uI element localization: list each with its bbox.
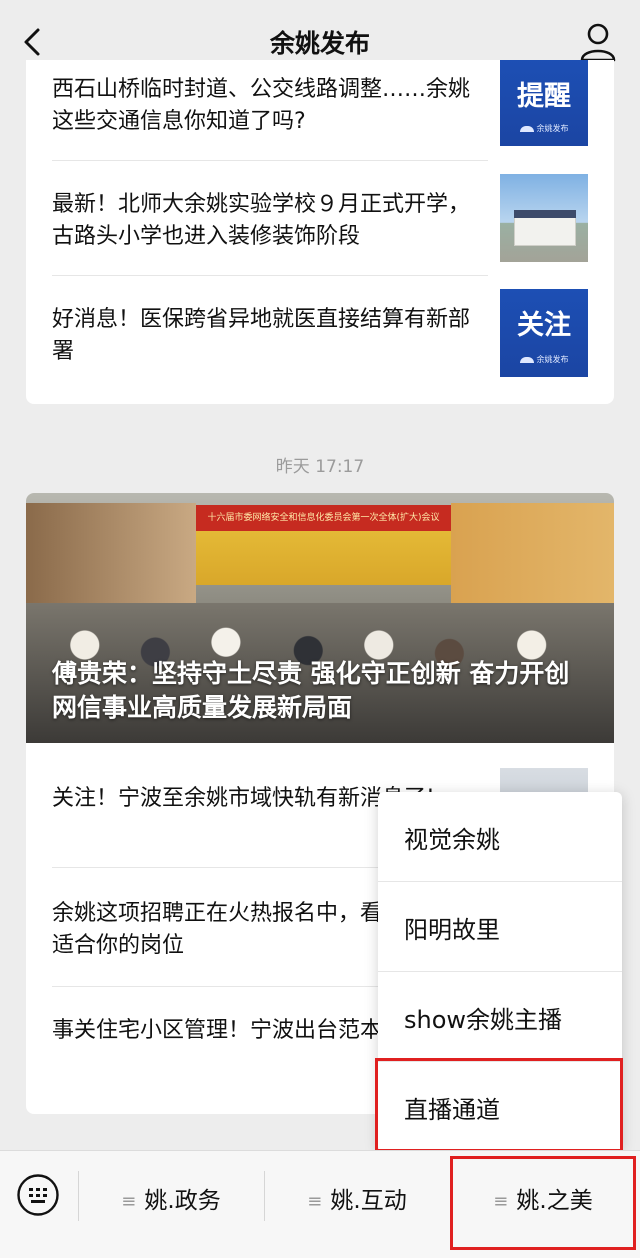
article-item[interactable]: 西石山桥临时封道、公交线路调整……余姚这些交通信息你知道了吗? 提醒 余姚发布 (26, 60, 614, 160)
profile-button[interactable] (578, 20, 618, 64)
menu-icon: ≡ (121, 1191, 137, 1212)
submenu-item-label: show余姚主播 (404, 1006, 563, 1034)
article-thumbnail: 提醒 余姚发布 (500, 60, 588, 146)
submenu-item-label: 视觉余姚 (404, 826, 500, 854)
highlight-box (375, 1058, 623, 1152)
article-item[interactable]: 好消息！医保跨省异地就医直接结算有新部署 关注 余姚发布 (26, 276, 614, 394)
article-item[interactable]: 最新！北师大余姚实验学校９月正式开学，古路头小学也进入装修装饰阶段 (26, 161, 614, 275)
thumbnail-logo: 余姚发布 (500, 354, 588, 365)
cover-article[interactable]: 十六届市委网络安全和信息化委员会第一次全体(扩大)会议 傅贵荣：坚持守土尽责 强… (26, 493, 614, 743)
school-building-image (514, 216, 576, 246)
person-icon (580, 23, 616, 62)
submenu-item-yangming[interactable]: 阳明故里 (378, 882, 622, 972)
article-title: 好消息！医保跨省异地就医直接结算有新部署 (52, 307, 471, 364)
menu-tab-interaction[interactable]: ≡ 姚.互动 (264, 1151, 450, 1241)
menu-tab-label: 姚.政务 (144, 1188, 221, 1214)
keyboard-icon (17, 1174, 59, 1216)
page-title: 余姚发布 (269, 29, 370, 58)
article-title: 西石山桥临时封道、公交线路调整……余姚这些交通信息你知道了吗? (52, 77, 471, 134)
cover-title: 傅贵荣：坚持守土尽责 强化守正创新 奋力开创网信事业高质量发展新局面 (52, 659, 570, 722)
article-thumbnail (500, 174, 588, 262)
menu-tab-label: 姚.互动 (330, 1188, 407, 1214)
article-thumbnail: 关注 余姚发布 (500, 289, 588, 377)
article-card-group: 西石山桥临时封道、公交线路调整……余姚这些交通信息你知道了吗? 提醒 余姚发布 … (26, 60, 614, 404)
article-title: 最新！北师大余姚实验学校９月正式开学，古路头小学也进入装修装饰阶段 (52, 192, 471, 249)
message-timestamp: 昨天 17:17 (275, 457, 365, 477)
submenu-item-show-anchor[interactable]: show余姚主播 (378, 972, 622, 1062)
thumbnail-text: 提醒 (517, 81, 571, 112)
menu-icon: ≡ (307, 1191, 323, 1212)
thumbnail-logo: 余姚发布 (500, 123, 588, 134)
submenu-item-visual-yuyao[interactable]: 视觉余姚 (378, 792, 622, 882)
submenu-item-label: 阳明故里 (404, 916, 500, 944)
highlight-box (450, 1156, 636, 1250)
menu-tab-government[interactable]: ≡ 姚.政务 (78, 1151, 264, 1241)
keyboard-toggle-button[interactable] (16, 1173, 60, 1217)
thumbnail-text: 关注 (517, 310, 571, 341)
cover-banner-text: 十六届市委网络安全和信息化委员会第一次全体(扩大)会议 (207, 513, 440, 523)
